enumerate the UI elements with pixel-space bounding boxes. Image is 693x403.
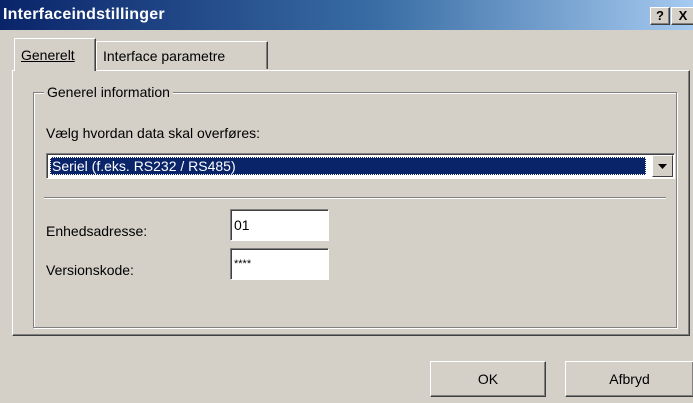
dropdown-button[interactable]	[652, 155, 673, 177]
general-info-group: Generel information Vælg hvordan data sk…	[33, 84, 677, 328]
cancel-button[interactable]: Afbryd	[565, 361, 693, 397]
address-label: Enhedsadresse:	[46, 223, 148, 239]
transfer-label: Vælg hvordan data skal overføres:	[46, 125, 260, 141]
group-title: Generel information	[44, 84, 173, 100]
transfer-select[interactable]: Seriel (f.eks. RS232 / RS485)	[46, 153, 675, 179]
window-title: Interfaceindstillinger	[3, 6, 165, 23]
tab-panel: Generel information Vælg hvordan data sk…	[12, 70, 690, 336]
version-label: Versionskode:	[46, 262, 134, 278]
tab-interface-parametre[interactable]: Interface parametre	[96, 41, 268, 69]
ok-button[interactable]: OK	[430, 361, 546, 397]
transfer-select-value: Seriel (f.eks. RS232 / RS485)	[50, 157, 646, 175]
version-input[interactable]	[230, 248, 329, 280]
close-button[interactable]: X	[671, 7, 693, 25]
help-button[interactable]: ?	[650, 7, 670, 25]
address-input[interactable]	[230, 209, 329, 241]
tab-interface-parametre-label: Interface parametre	[103, 48, 226, 64]
tab-generelt-label: Generelt	[21, 47, 75, 63]
tab-generelt[interactable]: Generelt	[14, 38, 96, 71]
title-bar[interactable]: Interfaceindstillinger ? X	[0, 0, 693, 30]
separator	[44, 197, 666, 199]
chevron-down-icon	[658, 164, 667, 169]
